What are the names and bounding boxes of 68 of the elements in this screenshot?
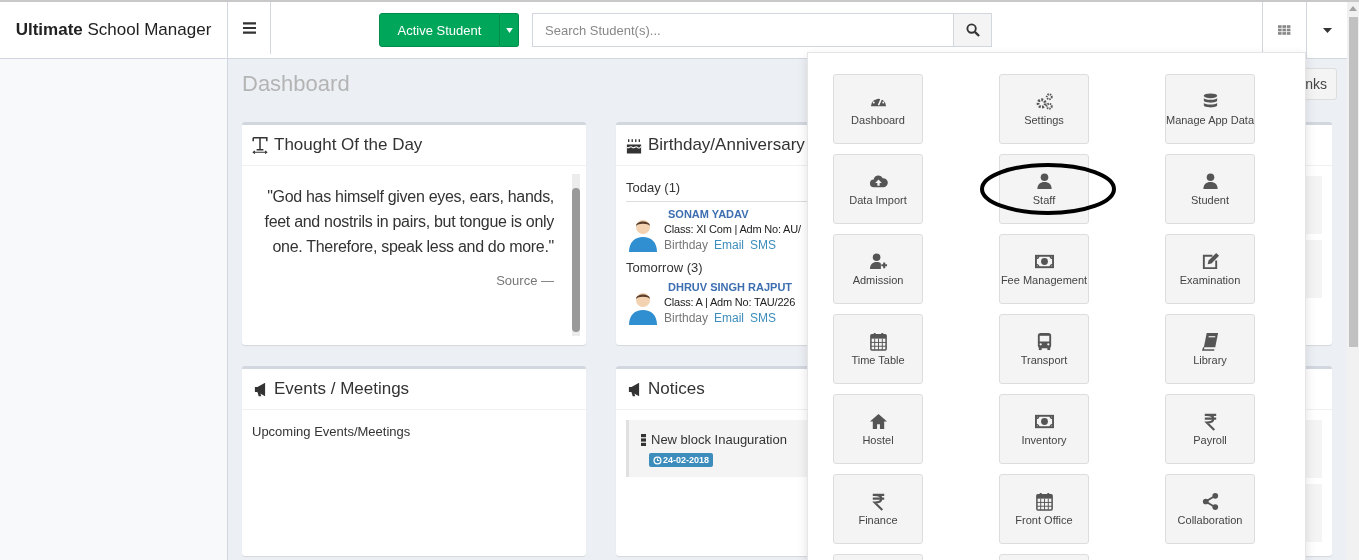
card-title: Events / Meetings bbox=[274, 379, 410, 399]
page-title: Dashboard bbox=[242, 71, 350, 97]
quote-text: "God has himself given eyes, ears, hands, feet and nostrils in pairs, but tongue is only one. Therefore, speak less and do more." bbox=[263, 187, 554, 257]
user-plus-icon bbox=[868, 252, 888, 271]
quote-source: Source — bbox=[495, 273, 554, 288]
megaphone-icon bbox=[252, 380, 268, 398]
scrollbar-thumb[interactable] bbox=[1348, 17, 1358, 347]
edit-icon bbox=[1200, 252, 1220, 271]
home-icon bbox=[868, 412, 888, 431]
notice-title: New block Inauguration bbox=[651, 432, 787, 447]
page-scrollbar[interactable] bbox=[1347, 2, 1359, 560]
menu-tile[interactable]: Transport bbox=[999, 314, 1089, 384]
card-title: Notices bbox=[648, 379, 705, 399]
menu-tile[interactable]: Dashboard bbox=[833, 74, 923, 144]
contact-link[interactable]: Email bbox=[714, 311, 745, 325]
megaphone-icon bbox=[626, 380, 642, 398]
menu-tile[interactable]: Front Office bbox=[999, 474, 1089, 544]
contact-link[interactable]: SMS bbox=[750, 311, 777, 325]
person-name[interactable]: SONAM YADAV bbox=[664, 208, 801, 220]
occasion-label: Birthday bbox=[664, 238, 709, 252]
search-field[interactable]: Search Student(s)... bbox=[532, 13, 954, 47]
cake-icon bbox=[626, 136, 642, 154]
text-height-icon bbox=[252, 136, 268, 154]
book-icon bbox=[1200, 332, 1220, 351]
up-arrow-icon bbox=[1349, 6, 1357, 11]
search-icon bbox=[965, 23, 980, 37]
dropdown-toggle[interactable] bbox=[500, 13, 519, 47]
caret-icon bbox=[1322, 27, 1332, 33]
user-icon bbox=[1034, 172, 1054, 191]
share-icon bbox=[1200, 492, 1220, 511]
person-details: Class: XI Com | Adm No: AU/ bbox=[664, 223, 801, 235]
menu-tile[interactable]: Admission bbox=[833, 234, 923, 304]
contact-link[interactable]: Email bbox=[714, 238, 745, 252]
occasion-label: Birthday bbox=[664, 311, 709, 325]
user-icon bbox=[1200, 172, 1220, 191]
group-heading: Tomorrow (3) bbox=[626, 260, 703, 277]
calendar-icon bbox=[868, 332, 888, 351]
menu-tile[interactable]: Manage App Data bbox=[1165, 74, 1255, 144]
menu-tile[interactable]: Inventory bbox=[999, 394, 1089, 464]
card-title: Birthday/Anniversary bbox=[648, 135, 805, 155]
menu-tile[interactable]: Time Table bbox=[833, 314, 923, 384]
card-title: Thought Of the Day bbox=[274, 135, 423, 155]
contact-link[interactable]: SMS bbox=[750, 238, 777, 252]
app-title: Ultimate School Manager bbox=[15, 20, 212, 40]
menu-tile[interactable]: Library bbox=[1165, 314, 1255, 384]
caret-icon bbox=[505, 27, 513, 33]
banknote-icon bbox=[1034, 412, 1054, 431]
menu-tile[interactable]: Hostel bbox=[833, 394, 923, 464]
person-details: Class: A | Adm No: TAU/226 bbox=[664, 296, 796, 308]
menu-tile[interactable]: Data Import bbox=[833, 154, 923, 224]
menu-tile[interactable]: Finance bbox=[833, 474, 923, 544]
menu-tile[interactable]: Settings bbox=[999, 74, 1089, 144]
menu-icon bbox=[242, 22, 256, 34]
list-icon bbox=[641, 433, 646, 446]
section-label: Upcoming Events/Meetings bbox=[252, 424, 412, 439]
grid-icon bbox=[1278, 25, 1291, 35]
notice-date: 24-02-2018 bbox=[663, 455, 710, 465]
menu-tile[interactable]: Payroll bbox=[1165, 394, 1255, 464]
clock-icon bbox=[653, 455, 662, 465]
calendar-icon bbox=[1034, 492, 1054, 511]
banknote-icon bbox=[1034, 252, 1054, 271]
menu-tile[interactable]: Fee Management bbox=[999, 234, 1089, 304]
menu-tile[interactable]: Collaboration bbox=[1165, 474, 1255, 544]
menu-tile[interactable]: Student bbox=[1165, 154, 1255, 224]
person-name[interactable]: DHRUV SINGH RAJPUT bbox=[664, 281, 796, 293]
search-button[interactable] bbox=[954, 13, 992, 47]
group-heading: Today (1) bbox=[626, 180, 681, 197]
menu-tile[interactable]: Examination bbox=[1165, 234, 1255, 304]
